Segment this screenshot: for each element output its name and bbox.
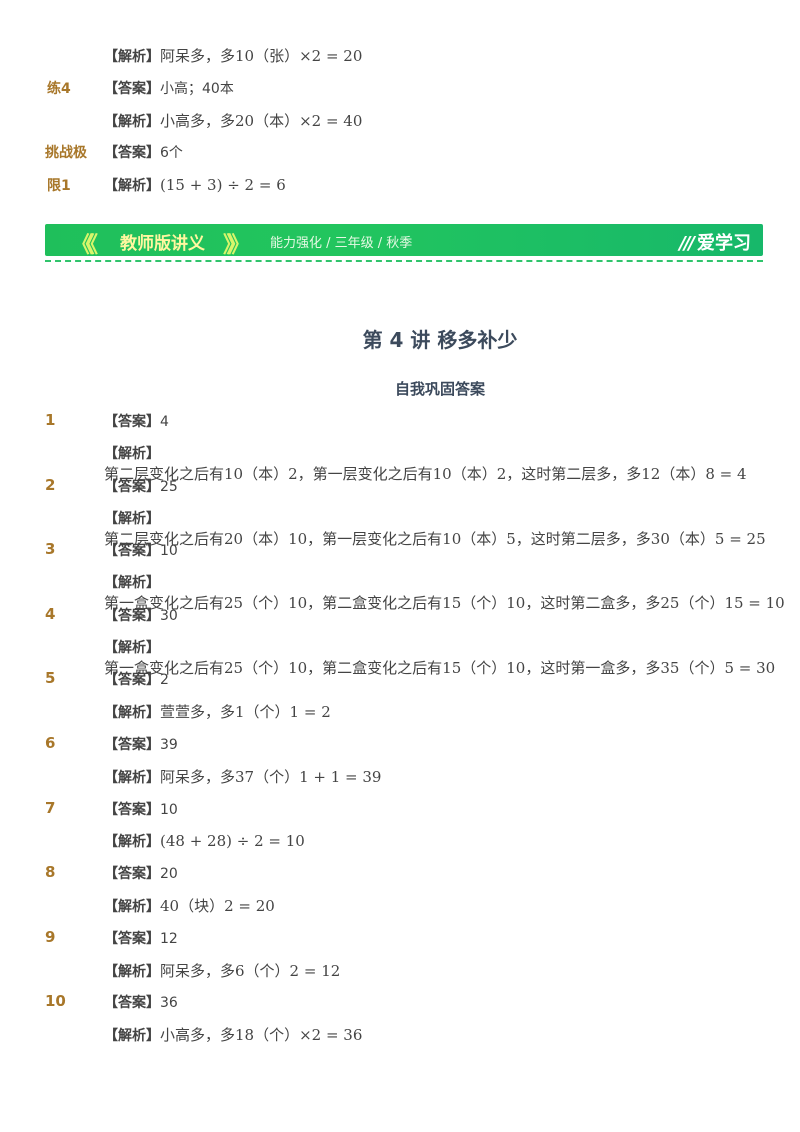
analysis-tag: 【解析】 — [104, 963, 160, 980]
answer-row: 【答案】6个 — [104, 142, 183, 162]
analysis-text: 第一盒变化之后有25（个）10，第二盒变化之后有15（个）10，这时第一盒多，多… — [104, 658, 776, 677]
analysis-row: 【解析】阿呆多，多37（个）1 + 1 = 39 — [104, 766, 381, 787]
answer-row: 【答案】20 — [104, 863, 178, 883]
answer-text: 小高；40本 — [160, 81, 234, 97]
answer-text: 4 — [160, 414, 169, 430]
analysis-text: 阿呆多，多37（个）1 + 1 = 39 — [160, 768, 382, 786]
answer-text: 10 — [160, 801, 178, 818]
section-title: 自我巩固答案 — [394, 380, 485, 398]
analysis-tag: 【解析】 — [104, 575, 160, 592]
answer-tag: 【答案】 — [104, 995, 160, 1012]
answer-row: 【答案】25 — [104, 476, 178, 496]
item-number: 7 — [45, 798, 56, 817]
item-number: 3 — [45, 540, 56, 559]
answer-text: 20 — [160, 866, 178, 883]
analysis-tag: 【解析】 — [104, 49, 160, 65]
item-number: 5 — [45, 669, 56, 688]
analysis-tag: 【解析】 — [104, 639, 160, 656]
analysis-tag: 【解析】 — [104, 446, 160, 462]
chevron-right-icon: 》》 — [223, 233, 250, 258]
answer-text: 30 — [160, 607, 178, 624]
answer-row: 【答案】4 — [104, 411, 169, 431]
analysis-row: 【解析】小高多，多20（本）×2 = 40 — [104, 110, 362, 131]
analysis-text: 第二层变化之后有10（本）2，第一层变化之后有10（本）2，这时第二层多，多12… — [104, 465, 747, 483]
analysis-row: 【解析】第二层变化之后有10（本）2，第一层变化之后有10（本）2，这时第二层多… — [104, 443, 800, 484]
analysis-row: 【解析】第一盒变化之后有25（个）10，第二盒变化之后有15（个）10，这时第二… — [104, 572, 800, 613]
answer-text: 2 — [160, 672, 169, 689]
brand-logo-text: 爱学习 — [697, 233, 751, 254]
analysis-row: 【解析】第二层变化之后有20（本）10，第一层变化之后有10（本）5，这时第二层… — [104, 508, 800, 549]
analysis-text: 萱萱多，多1（个）1 = 2 — [160, 703, 331, 722]
answer-tag: 【答案】 — [104, 81, 160, 97]
answer-tag: 【答案】 — [104, 801, 160, 818]
brand-logo: ///爱学习 — [679, 229, 751, 255]
answer-row: 【答案】39 — [104, 734, 178, 754]
analysis-row: 【解析】(48 + 28) ÷ 2 = 10 — [104, 831, 305, 851]
answer-row: 【答案】10 — [104, 540, 178, 560]
item-number: 1 — [45, 411, 56, 429]
answer-tag: 【答案】 — [104, 930, 160, 947]
answer-tag: 【答案】 — [104, 607, 160, 624]
analysis-tag: 【解析】 — [104, 114, 160, 130]
item-number: 9 — [45, 927, 56, 946]
banner-title: 教师版讲义 — [120, 234, 205, 254]
chevron-left-icon: 《《 — [71, 233, 98, 258]
challenge-label: 挑战极 — [45, 145, 87, 161]
analysis-tag: 【解析】 — [104, 178, 160, 194]
analysis-text: 阿呆多，多6（个）2 = 12 — [160, 961, 341, 980]
answer-text: 25 — [160, 478, 178, 495]
answer-row: 【答案】小高；40本 — [104, 78, 234, 98]
item-number: 4 — [45, 604, 56, 623]
answer-tag: 【答案】 — [104, 737, 160, 753]
analysis-tag: 【解析】 — [104, 705, 160, 722]
answer-tag: 【答案】 — [104, 478, 160, 495]
analysis-tag: 【解析】 — [104, 899, 160, 916]
exercise-label: 练4 — [47, 81, 71, 97]
analysis-text: 40（块）2 = 20 — [160, 897, 275, 916]
analysis-text: 阿呆多，多10（张）×2 = 20 — [160, 47, 363, 65]
analysis-row: 【解析】第一盒变化之后有25（个）10，第二盒变化之后有15（个）10，这时第一… — [104, 637, 800, 678]
answer-tag: 【答案】 — [104, 866, 160, 883]
analysis-row: 【解析】小高多，多18（个）×2 = 36 — [104, 1024, 362, 1045]
analysis-row: 【解析】阿呆多，多6（个）2 = 12 — [104, 960, 340, 981]
answer-text: 39 — [160, 737, 178, 753]
brand-logo-icon: /// — [679, 233, 695, 254]
analysis-row: 【解析】萱萱多，多1（个）1 = 2 — [104, 701, 331, 722]
analysis-text: (15 + 3) ÷ 2 = 6 — [160, 176, 286, 194]
analysis-tag: 【解析】 — [104, 833, 160, 850]
banner-subtitle: 能力强化 / 三年级 / 秋季 — [270, 236, 413, 251]
answer-text: 36 — [160, 995, 178, 1012]
answer-tag: 【答案】 — [104, 414, 160, 430]
item-number: 8 — [45, 863, 56, 882]
answer-row: 【答案】2 — [104, 669, 169, 689]
analysis-row: 【解析】(15 + 3) ÷ 2 = 6 — [104, 175, 286, 195]
answer-tag: 【答案】 — [104, 672, 160, 689]
answer-row: 【答案】12 — [104, 928, 178, 948]
item-number: 10 — [45, 992, 66, 1011]
banner-divider — [45, 260, 763, 262]
analysis-text: 第一盒变化之后有25（个）10，第二盒变化之后有15（个）10，这时第二盒多，多… — [104, 594, 785, 613]
answer-row: 【答案】10 — [104, 799, 178, 819]
answer-tag: 【答案】 — [104, 543, 160, 560]
header-banner: 《《 教师版讲义 》》 能力强化 / 三年级 / 秋季 ///爱学习 — [45, 224, 763, 258]
analysis-row: 【解析】阿呆多，多10（张）×2 = 20 — [104, 45, 362, 66]
answer-tag: 【答案】 — [104, 145, 160, 161]
item-number: 2 — [45, 475, 56, 494]
challenge-label-2: 限1 — [47, 178, 71, 194]
answer-text: 12 — [160, 930, 178, 947]
analysis-tag: 【解析】 — [104, 1028, 160, 1045]
answer-text: 10 — [160, 543, 178, 560]
answer-row: 【答案】30 — [104, 605, 178, 625]
analysis-row: 【解析】40（块）2 = 20 — [104, 895, 275, 916]
analysis-text: 小高多，多20（本）×2 = 40 — [160, 112, 363, 130]
analysis-text: 第二层变化之后有20（本）10，第一层变化之后有10（本）5，这时第二层多，多3… — [104, 529, 766, 548]
lecture-title: 第 4 讲 移多补少 — [362, 328, 518, 352]
answer-row: 【答案】36 — [104, 992, 178, 1012]
analysis-tag: 【解析】 — [104, 770, 160, 786]
analysis-tag: 【解析】 — [104, 510, 160, 527]
answer-text: 6个 — [160, 145, 183, 161]
analysis-text: (48 + 28) ÷ 2 = 10 — [160, 831, 305, 850]
item-number: 6 — [45, 734, 56, 752]
analysis-text: 小高多，多18（个）×2 = 36 — [160, 1026, 363, 1045]
